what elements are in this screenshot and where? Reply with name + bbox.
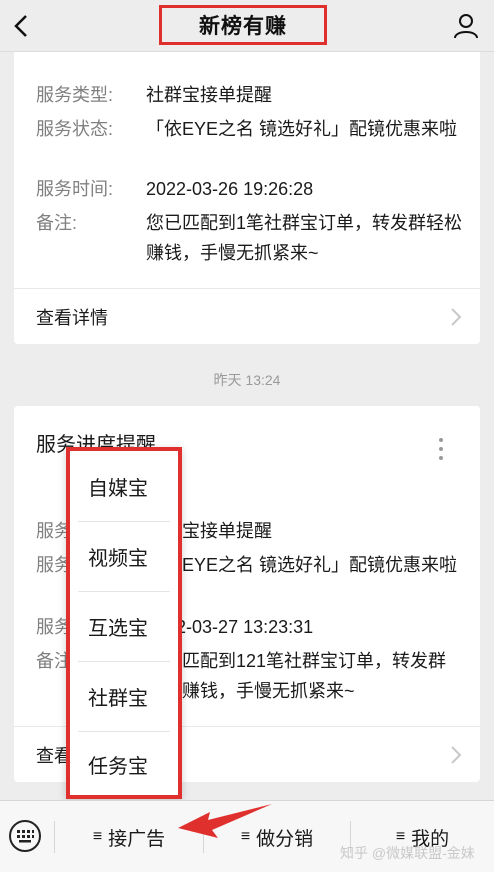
- chevron-right-icon: [451, 746, 462, 764]
- service-type-value: 社群宝接单提醒: [146, 521, 272, 541]
- service-status-label: 服务状态:: [36, 119, 114, 139]
- menu-lines-icon: ≡: [240, 828, 251, 845]
- menu-accept-ads[interactable]: ≡ 接广告: [55, 801, 203, 872]
- chevron-right-icon: [451, 308, 462, 326]
- menu-label: 接广告: [108, 828, 166, 850]
- top-nav-bar: 新榜有赚: [0, 0, 494, 52]
- user-profile-icon[interactable]: [452, 12, 480, 40]
- menu-item-zimeibao[interactable]: 自媒宝: [70, 451, 178, 521]
- page-title-highlight: 新榜有赚: [159, 5, 327, 45]
- menu-item-shequnbao[interactable]: 社群宝: [70, 661, 178, 731]
- remark-value: 您已匹配到1笔社群宝订单，转发群轻松赚钱，手慢无抓紧来~: [146, 213, 463, 263]
- keyboard-icon[interactable]: [8, 819, 42, 853]
- more-options-icon[interactable]: [438, 438, 444, 464]
- watermark-text: 知乎 @微媒联盟-金妹: [340, 845, 475, 861]
- service-time-label: 服务时间:: [36, 179, 114, 199]
- menu-distribution[interactable]: ≡ 做分销: [204, 801, 350, 872]
- service-time-value: 2022-03-26 19:26:28: [146, 179, 314, 199]
- service-type-value: 社群宝接单提醒: [146, 85, 272, 105]
- service-type-label: 服务类型:: [36, 85, 114, 105]
- remark-value: 您已匹配到121笔社群宝订单，转发群轻松赚钱，手慢无抓紧来~: [146, 651, 447, 701]
- menu-lines-icon: ≡: [92, 828, 103, 845]
- page-title: 新榜有赚: [199, 15, 287, 38]
- view-details-link[interactable]: 查看详情: [14, 289, 480, 345]
- service-status-value: 「依EYE之名 镜选好礼」配镜优惠来啦: [146, 119, 458, 139]
- menu-item-shipinbao[interactable]: 视频宝: [70, 521, 178, 591]
- menu-label: 做分销: [256, 828, 314, 850]
- menu-item-huxuanbao[interactable]: 互选宝: [70, 591, 178, 661]
- view-details-label: 查看详情: [36, 308, 108, 328]
- ad-submenu-popup: 自媒宝 视频宝 互选宝 社群宝 任务宝: [66, 447, 182, 799]
- service-time-value: 2022-03-27 13:23:31: [146, 617, 314, 637]
- service-message-card-1: 服务类型: 社群宝接单提醒 服务状态: 「依EYE之名 镜选好礼」配镜优惠来啦 …: [14, 52, 480, 344]
- menu-item-renwubao[interactable]: 任务宝: [70, 729, 178, 799]
- message-timestamp: 昨天 13:24: [213, 372, 281, 388]
- service-status-value: 「依EYE之名 镜选好礼」配镜优惠来啦: [146, 555, 458, 575]
- remark-label: 备注:: [36, 213, 78, 233]
- back-arrow-icon[interactable]: [10, 12, 34, 40]
